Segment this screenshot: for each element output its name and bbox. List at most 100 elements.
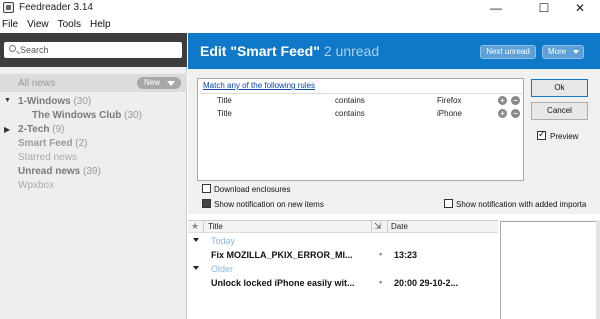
sidebar-item-the-windows-club[interactable]: The Windows Club (30) <box>32 110 142 121</box>
group-header-older[interactable]: Older <box>188 264 498 276</box>
column-divider <box>203 221 204 233</box>
sidebar-item-all-news[interactable]: All news New <box>0 74 187 92</box>
add-rule-icon[interactable]: + <box>498 109 507 118</box>
rules-list: Match any of the following rules Title c… <box>197 78 524 181</box>
edit-header: Edit "Smart Feed" 2 unread Next unread Mo… <box>188 33 600 69</box>
window-title: Feedreader 3.14 <box>19 2 93 13</box>
unread-count: (2) <box>75 138 88 149</box>
download-enclosures-checkbox[interactable] <box>202 184 211 193</box>
attachment-icon[interactable]: ⇲ <box>374 221 382 232</box>
new-button-label: New <box>144 78 161 87</box>
minimize-button[interactable]: — <box>474 0 518 16</box>
all-news-label: All news <box>18 78 56 89</box>
column-date[interactable]: Date <box>391 222 408 231</box>
remove-rule-icon[interactable]: − <box>511 109 520 118</box>
unread-dot-icon: • <box>379 249 383 259</box>
expanded-triangle-icon[interactable]: ▼ <box>4 97 11 104</box>
add-rule-icon[interactable]: + <box>498 96 507 105</box>
chevron-down-icon <box>573 50 579 54</box>
unread-dot-icon: • <box>379 277 383 287</box>
folder-label: 1-Windows <box>18 96 71 107</box>
rule-row[interactable]: Title contains iPhone + − <box>199 107 522 120</box>
ok-button[interactable]: Ok <box>531 79 588 97</box>
preview-content <box>500 221 596 319</box>
cancel-button[interactable]: Cancel <box>531 102 588 120</box>
new-feed-button[interactable]: New <box>137 77 181 89</box>
rule-value[interactable]: Firefox <box>437 96 461 105</box>
menu-bar: File View Tools Help <box>0 16 600 33</box>
menu-tools[interactable]: Tools <box>58 19 81 30</box>
app-window: Feedreader 3.14 — ☐ ✕ File View Tools He… <box>0 0 600 319</box>
feed-label: Smart Feed <box>18 138 73 149</box>
feed-label: Starred news <box>18 152 77 163</box>
smart-feed-editor: Match any of the following rules Title c… <box>188 69 600 214</box>
show-notification-checkbox[interactable] <box>202 199 211 208</box>
rule-field[interactable]: Title <box>217 109 232 118</box>
unread-count: (9) <box>52 124 65 135</box>
star-icon[interactable]: ★ <box>191 221 199 232</box>
rule-field[interactable]: Title <box>217 96 232 105</box>
download-enclosures-label: Download enclosures <box>214 185 291 194</box>
sidebar: All news New ▼ 1-Windows (30) The Window… <box>0 33 187 319</box>
group-label: Today <box>211 236 236 246</box>
feed-label: Unread news <box>18 166 81 177</box>
menu-file[interactable]: File <box>2 19 18 30</box>
menu-help[interactable]: Help <box>90 19 111 30</box>
group-label: Older <box>211 264 234 274</box>
article-title: Unlock locked iPhone easily wit... <box>211 278 355 288</box>
page-title: Edit "Smart Feed" 2 unread <box>200 43 379 59</box>
feed-label: Wpxbox <box>18 180 55 191</box>
match-rules-link[interactable]: Match any of the following rules <box>203 81 315 90</box>
feed-label: The Windows Club <box>32 110 122 121</box>
collapsed-triangle-icon[interactable]: ▶ <box>4 125 10 134</box>
search-box <box>4 42 182 58</box>
next-unread-button[interactable]: Next unread <box>480 45 536 59</box>
close-button[interactable]: ✕ <box>558 0 600 16</box>
rule-row[interactable]: Title contains Firefox + − <box>199 93 522 106</box>
article-title: Fix MOZILLA_PKIX_ERROR_MI... <box>211 250 353 260</box>
show-notification-added-label: Show notification with added importa <box>456 200 587 209</box>
chevron-down-icon[interactable] <box>193 266 199 270</box>
column-divider <box>371 221 372 233</box>
article-list: ★ Title ⇲ Date Today Fix MOZILLA_PKIX_ER… <box>188 220 498 319</box>
search-input[interactable] <box>20 43 178 57</box>
scrollbar[interactable] <box>596 221 600 319</box>
unread-count: (30) <box>124 110 142 121</box>
sidebar-item-smart-feed[interactable]: Smart Feed (2) <box>18 138 87 149</box>
search-bar <box>0 33 187 67</box>
app-logo-icon <box>3 2 14 13</box>
article-row[interactable]: Unlock locked iPhone easily wit... • 20:… <box>188 277 498 290</box>
sidebar-item-wpxbox[interactable]: Wpxbox <box>18 180 54 191</box>
rule-operator[interactable]: contains <box>335 109 365 118</box>
sidebar-item-starred-news[interactable]: Starred news <box>18 152 77 163</box>
rule-operator[interactable]: contains <box>335 96 365 105</box>
column-divider <box>387 221 388 233</box>
chevron-down-icon <box>167 81 175 86</box>
more-button-label: More <box>548 47 567 56</box>
folder-label: 2-Tech <box>18 124 50 135</box>
header-title-text: Edit "Smart Feed" <box>200 43 320 59</box>
unread-count-label: 2 unread <box>323 43 380 59</box>
show-notification-added-checkbox[interactable] <box>444 199 453 208</box>
chevron-down-icon[interactable] <box>193 238 199 242</box>
more-button[interactable]: More <box>542 45 584 59</box>
unread-count: (30) <box>73 96 92 107</box>
article-row[interactable]: Fix MOZILLA_PKIX_ERROR_MI... • 13:23 <box>188 249 498 262</box>
remove-rule-icon[interactable]: − <box>511 96 520 105</box>
search-icon <box>9 45 16 52</box>
unread-count: (39) <box>83 166 101 177</box>
preview-pane <box>500 220 600 319</box>
group-header-today[interactable]: Today <box>188 236 498 248</box>
title-bar: Feedreader 3.14 — ☐ ✕ <box>0 0 600 16</box>
show-notification-label: Show notification on new items <box>214 200 324 209</box>
rule-value[interactable]: iPhone <box>437 109 462 118</box>
preview-label: Preview <box>550 132 579 141</box>
main-panel: Edit "Smart Feed" 2 unread Next unread Mo… <box>188 33 600 319</box>
preview-checkbox[interactable] <box>537 129 546 140</box>
menu-view[interactable]: View <box>27 19 49 30</box>
sidebar-item-unread-news[interactable]: Unread news (39) <box>18 166 101 177</box>
article-date: 20:00 29-10-2... <box>394 278 459 288</box>
list-header: ★ Title ⇲ Date <box>188 221 498 233</box>
article-date: 13:23 <box>394 250 418 260</box>
column-title[interactable]: Title <box>208 222 223 231</box>
